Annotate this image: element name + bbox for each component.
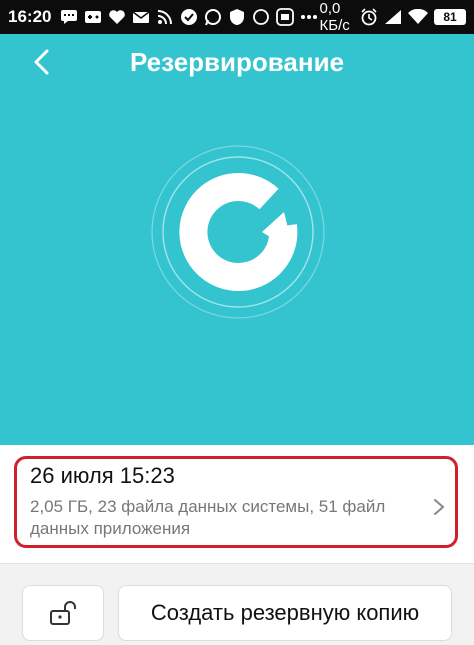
notification-icons [59, 7, 319, 27]
rss-icon [155, 7, 175, 27]
encrypt-toggle-button[interactable] [22, 585, 104, 641]
status-right: 0,0 КБ/с 81 [319, 0, 466, 34]
more-icon [299, 7, 319, 27]
message-icon [59, 7, 79, 27]
circle-icon [251, 7, 271, 27]
whatsapp-icon [203, 7, 223, 27]
hero-panel: Резервирование [0, 34, 474, 445]
network-speed: 0,0 КБ/с [319, 0, 350, 34]
backup-entry[interactable]: 26 июля 15:23 2,05 ГБ, 23 файла данных с… [0, 445, 474, 563]
wifi-icon [408, 7, 428, 27]
game-icon [83, 7, 103, 27]
backup-details: 2,05 ГБ, 23 файла данных системы, 51 фай… [30, 497, 386, 538]
status-bar: 16:20 0,0 КБ/с 81 [0, 0, 474, 34]
backup-progress-icon [151, 145, 325, 319]
mail-icon [131, 7, 151, 27]
signal-icon [384, 7, 402, 27]
create-backup-button[interactable]: Создать резервную копию [118, 585, 452, 641]
heart-icon [107, 7, 127, 27]
page-title: Резервирование [129, 47, 345, 77]
battery-indicator: 81 [434, 9, 466, 25]
unlock-icon [50, 601, 76, 625]
bottom-actions: Создать резервную копию [0, 563, 474, 645]
alarm-icon [360, 7, 378, 27]
mail-app-icon [275, 7, 295, 27]
chevron-right-icon [434, 499, 445, 515]
shield-icon [227, 7, 247, 27]
check-icon [179, 7, 199, 27]
status-time: 16:20 [8, 7, 52, 26]
backup-date: 26 июля 15:23 [30, 463, 175, 488]
